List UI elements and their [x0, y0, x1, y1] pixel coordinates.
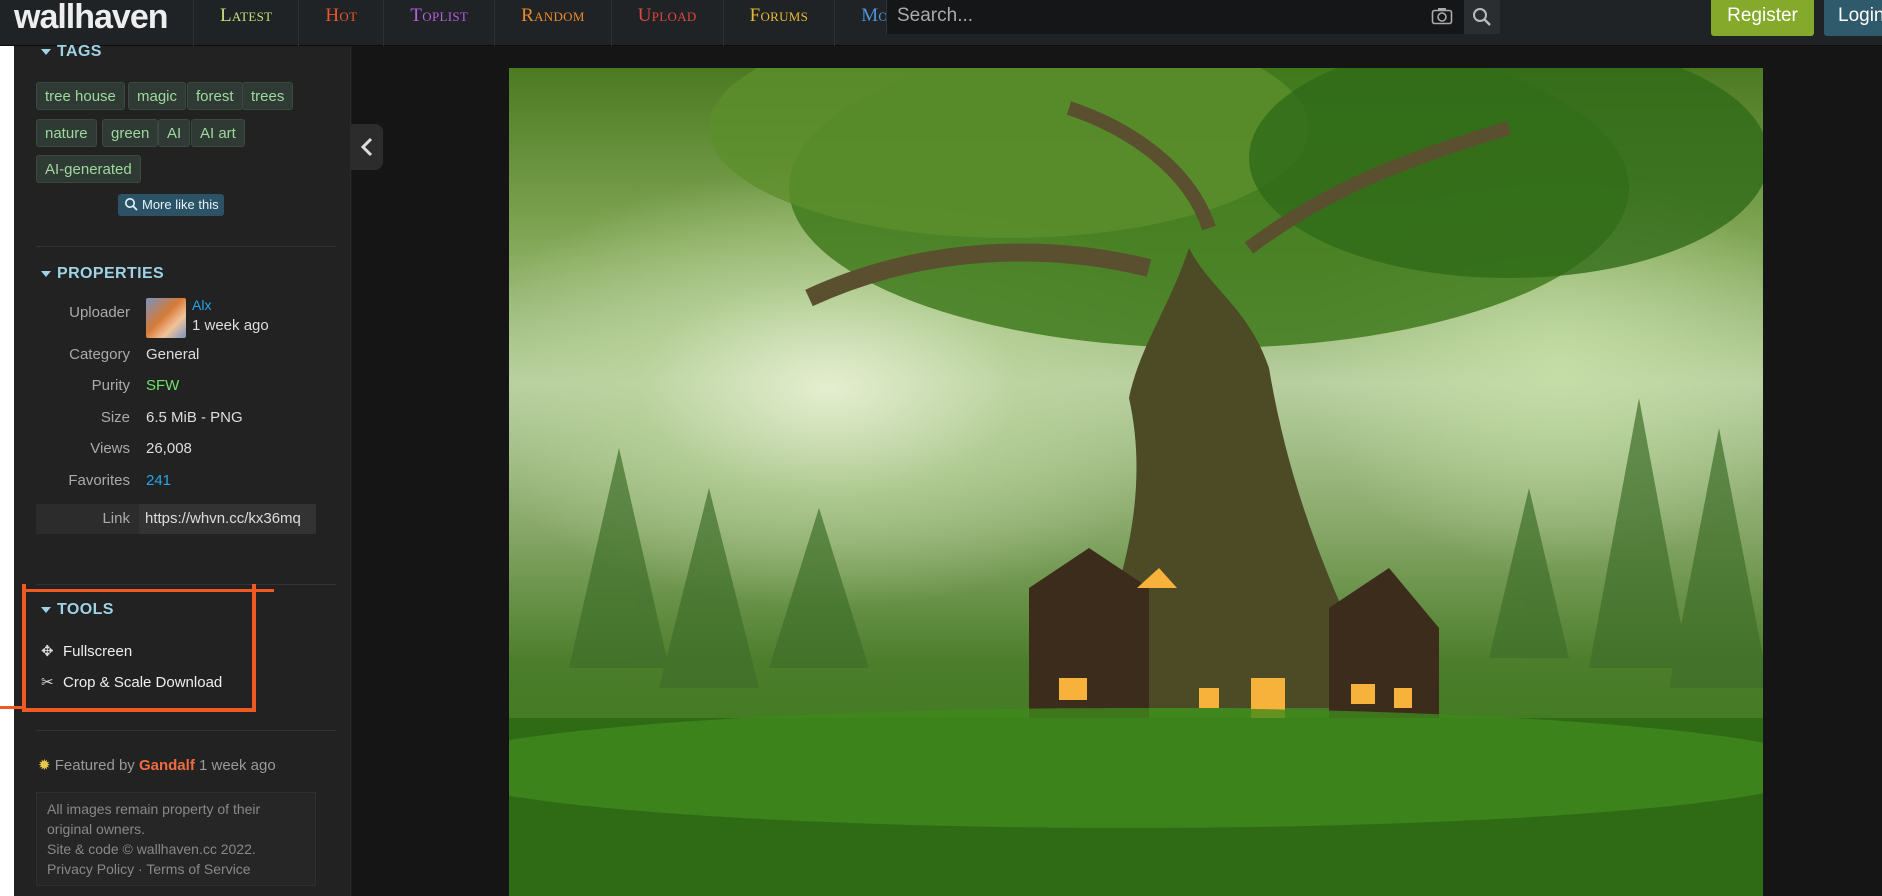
tag-tree-house[interactable]: tree house	[36, 82, 125, 110]
favorites-link[interactable]: 241	[146, 472, 171, 489]
crop-scale-download-tool[interactable]: ✂ Crop & Scale Download	[41, 673, 222, 691]
uploader-label: Uploader	[69, 304, 130, 321]
footer-notice: All images remain property of their orig…	[36, 792, 316, 886]
terms-of-service-link[interactable]: Terms of Service	[146, 861, 250, 877]
search-button[interactable]	[1464, 0, 1500, 34]
register-button[interactable]: Register	[1711, 0, 1814, 36]
more-like-this-button[interactable]: More like this	[118, 194, 224, 216]
login-button[interactable]: Login	[1824, 0, 1882, 36]
tag-green[interactable]: green	[102, 119, 159, 147]
scissors-icon: ✂	[41, 674, 54, 691]
caret-down-icon	[41, 270, 51, 277]
featured-user-link[interactable]: Gandalf	[139, 757, 195, 774]
purity-label: Purity	[91, 377, 130, 394]
tag-magic[interactable]: magic	[128, 82, 187, 110]
properties-section-title[interactable]: PROPERTIES	[41, 265, 164, 283]
search-input[interactable]	[897, 0, 1417, 32]
favorites-label: Favorites	[68, 472, 130, 489]
wallpaper-image[interactable]	[509, 68, 1763, 896]
nav-forums[interactable]: Forums	[722, 0, 835, 46]
size-label: Size	[100, 409, 130, 426]
nav-random[interactable]: Random	[494, 0, 611, 46]
short-link-box: Link	[36, 504, 316, 534]
tag-ai[interactable]: AI	[158, 119, 191, 147]
tag-forest[interactable]: forest	[187, 82, 243, 110]
search-icon	[125, 198, 138, 211]
privacy-policy-link[interactable]: Privacy Policy	[47, 861, 134, 877]
divider	[36, 730, 336, 731]
uploader-avatar[interactable]	[146, 298, 186, 338]
divider	[36, 584, 336, 585]
uploader-name-link[interactable]: Alx	[192, 297, 211, 313]
short-link-input[interactable]	[139, 504, 316, 534]
featured-by: ✹ Featured by Gandalf 1 week ago	[38, 757, 276, 774]
views-value: 26,008	[146, 440, 192, 457]
fullscreen-tool[interactable]: ✥ Fullscreen	[41, 642, 132, 660]
chevron-left-icon	[360, 137, 373, 157]
sun-badge-icon: ✹	[38, 757, 51, 774]
camera-icon[interactable]	[1431, 6, 1453, 26]
annotation-highlight-left-line	[0, 706, 26, 709]
tools-section-title[interactable]: TOOLS	[41, 601, 114, 619]
caret-down-icon	[41, 48, 51, 55]
window-left-edge	[0, 46, 14, 896]
nav-upload[interactable]: Upload	[610, 0, 723, 46]
caret-down-icon	[41, 606, 51, 613]
tag-ai-art[interactable]: AI art	[191, 119, 245, 147]
search-box	[886, 0, 1464, 34]
category-label: Category	[69, 346, 130, 363]
divider	[36, 246, 336, 247]
nav-latest[interactable]: Latest	[193, 0, 298, 46]
tags-section-title[interactable]: TAGS	[41, 43, 102, 61]
top-navbar: wallhaven Latest Hot Toplist Random Uplo…	[0, 0, 1882, 46]
tag-trees[interactable]: trees	[242, 82, 294, 110]
tag-nature[interactable]: nature	[36, 119, 97, 147]
annotation-highlight-top-line	[22, 589, 274, 592]
link-label: Link	[102, 510, 130, 527]
move-arrows-icon: ✥	[41, 643, 54, 660]
nav-hot[interactable]: Hot	[298, 0, 383, 46]
sidebar-collapse-button[interactable]	[351, 124, 383, 170]
tag-ai-generated[interactable]: AI-generated	[36, 155, 141, 183]
search-icon	[1473, 8, 1491, 26]
nav-toplist[interactable]: Toplist	[383, 0, 494, 46]
main-nav: Latest Hot Toplist Random Upload Forums …	[193, 0, 931, 46]
purity-value: SFW	[146, 377, 180, 394]
category-value: General	[146, 346, 200, 363]
tree-house-illustration	[509, 68, 1763, 896]
upload-time: 1 week ago	[192, 317, 269, 334]
views-label: Views	[90, 440, 130, 457]
sidebar: TAGS tree house magic forest trees natur…	[14, 43, 351, 896]
site-logo[interactable]: wallhaven	[14, 0, 169, 36]
size-value: 6.5 MiB - PNG	[146, 409, 243, 426]
